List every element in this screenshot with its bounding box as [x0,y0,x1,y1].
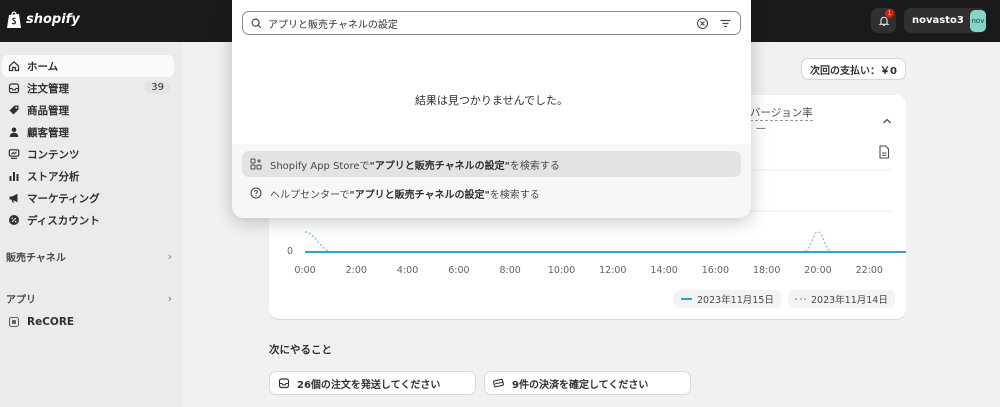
legend-item-yesterday[interactable]: 2023年11月14日 [788,290,895,308]
todo-title: 次にやること [269,344,332,356]
sidebar-item-label: ホーム [27,60,59,73]
sidebar-item-discounts[interactable]: ディスカウント [2,209,174,231]
sidebar-item-label: マーケティング [27,192,100,205]
x-tick-label: 18:00 [752,265,781,276]
legend-label: 2023年11月15日 [697,295,774,306]
home-icon [8,60,20,72]
sidebar-item-products[interactable]: 商品管理 [2,99,174,121]
notifications-button[interactable]: 1 [871,8,896,33]
credit-card-icon [493,378,504,388]
search-input[interactable] [268,17,688,29]
sidebar-item-customers[interactable]: 顧客管理 [2,121,174,143]
x-tick-label: 0:00 [294,265,316,276]
next-payment-button[interactable]: 次回の支払い：￥0 [801,58,906,80]
x-tick-label: 2:00 [345,265,367,276]
x-tick-label: 6:00 [448,265,470,276]
todo-label: 26個の注文を発送してください [297,379,441,391]
suggestion-query: "アプリと販売チャネルの設定" [349,189,490,201]
sidebar-item-label: 注文管理 [27,82,69,95]
legend-item-today[interactable]: 2023年11月15日 [674,290,781,308]
shopify-logo[interactable]: shopify [6,10,80,29]
search-suggestions: Shopify App Storeで"アプリと販売チャネルの設定"を検索する ヘ… [232,144,751,218]
suggestion-text: ヘルプセンターで"アプリと販売チャネルの設定"を検索する [270,186,540,201]
suggestion-query: "アプリと販売チャネルの設定" [369,160,510,172]
sidebar-item-label: ストア分析 [27,170,80,183]
discount-icon [9,215,19,225]
bar-chart-icon [9,172,19,181]
person-icon [9,127,19,137]
sidebar-item-label: 顧客管理 [27,126,69,139]
sidebar: ホーム 注文管理 39 商品管理 顧客管理 コンテンツ ストア分析 マーケティン… [0,42,182,407]
search-results-panel: 結果は見つかりませんでした。 Shopify App Storeで"アプリと販売… [232,0,751,218]
megaphone-icon [9,193,18,203]
sidebar-item-orders[interactable]: 注文管理 39 [2,77,174,99]
sales-channels-section[interactable]: 販売チャネル › [6,246,172,266]
todo-label: 9件の決済を確定してください [512,379,649,391]
suggestion-suffix: を検索する [489,189,540,201]
suggestion-prefix: ヘルプセンターで [270,189,350,201]
notification-badge: 1 [885,9,894,18]
suggestion-prefix: Shopify App Storeで [270,160,370,172]
todo-ship-orders[interactable]: 26個の注文を発送してください [269,371,476,395]
store-menu-button[interactable]: novasto3 nov [904,8,986,33]
orders-count-badge: 39 [145,81,170,94]
x-tick-label: 4:00 [396,265,419,276]
sidebar-item-recore[interactable]: ReCORE [2,311,174,333]
clear-search-icon[interactable] [696,17,709,30]
no-results-message: 結果は見つかりませんでした。 [414,94,569,107]
suggestion-suffix: を検索する [509,160,560,172]
sidebar-item-analytics[interactable]: ストア分析 [2,165,174,187]
x-tick-label: 22:00 [855,265,883,276]
search-icon [251,17,262,28]
x-tick-label: 12:00 [599,265,627,276]
legend-label: 2023年11月14日 [811,295,888,306]
sidebar-item-home[interactable]: ホーム [2,55,174,77]
search-app-store-suggestion[interactable]: Shopify App Storeで"アプリと販売チャネルの設定"を検索する [242,151,741,177]
series-line-previous [304,231,906,253]
shopify-bag-icon [7,11,21,28]
help-circle-icon [250,187,262,199]
todo-capture-payments[interactable]: 9件の決済を確定してください [484,371,691,395]
x-tick-label: 16:00 [701,265,730,276]
x-tick-label: 10:00 [547,265,576,276]
inbox-icon [8,83,20,94]
sidebar-item-label: 商品管理 [27,104,69,117]
tag-icon [9,105,19,115]
chevron-right-icon: › [167,249,172,263]
x-tick-label: 20:00 [804,265,832,276]
apps-section[interactable]: アプリ › [6,288,172,308]
filter-icon[interactable] [719,17,732,30]
sidebar-item-label: コンテンツ [27,148,80,161]
legend-swatch-dotted [795,298,806,300]
inbox-icon [278,378,290,389]
store-name: novasto3 [912,15,964,26]
apps-grid-icon [250,158,262,170]
x-tick-label: 8:00 [499,265,521,276]
y-tick-label: 0 [287,246,294,257]
suggestion-text: Shopify App Storeで"アプリと販売チャネルの設定"を検索する [270,157,560,172]
search-box[interactable] [242,11,741,35]
content-icon [8,149,20,159]
apps-label: アプリ [6,294,36,306]
x-tick-label: 14:00 [650,265,678,276]
sidebar-item-marketing[interactable]: マーケティング [2,187,174,209]
app-icon [8,316,20,328]
sales-channels-label: 販売チャネル [6,252,66,264]
sidebar-item-content[interactable]: コンテンツ [2,143,174,165]
sidebar-item-label: ReCORE [27,316,75,328]
legend-swatch-solid [681,298,692,300]
chevron-right-icon: › [167,291,172,305]
search-help-center-suggestion[interactable]: ヘルプセンターで"アプリと販売チャネルの設定"を検索する [242,180,741,206]
brand-name: shopify [26,12,80,27]
store-avatar: nov [969,9,986,32]
sidebar-item-label: ディスカウント [27,214,100,227]
